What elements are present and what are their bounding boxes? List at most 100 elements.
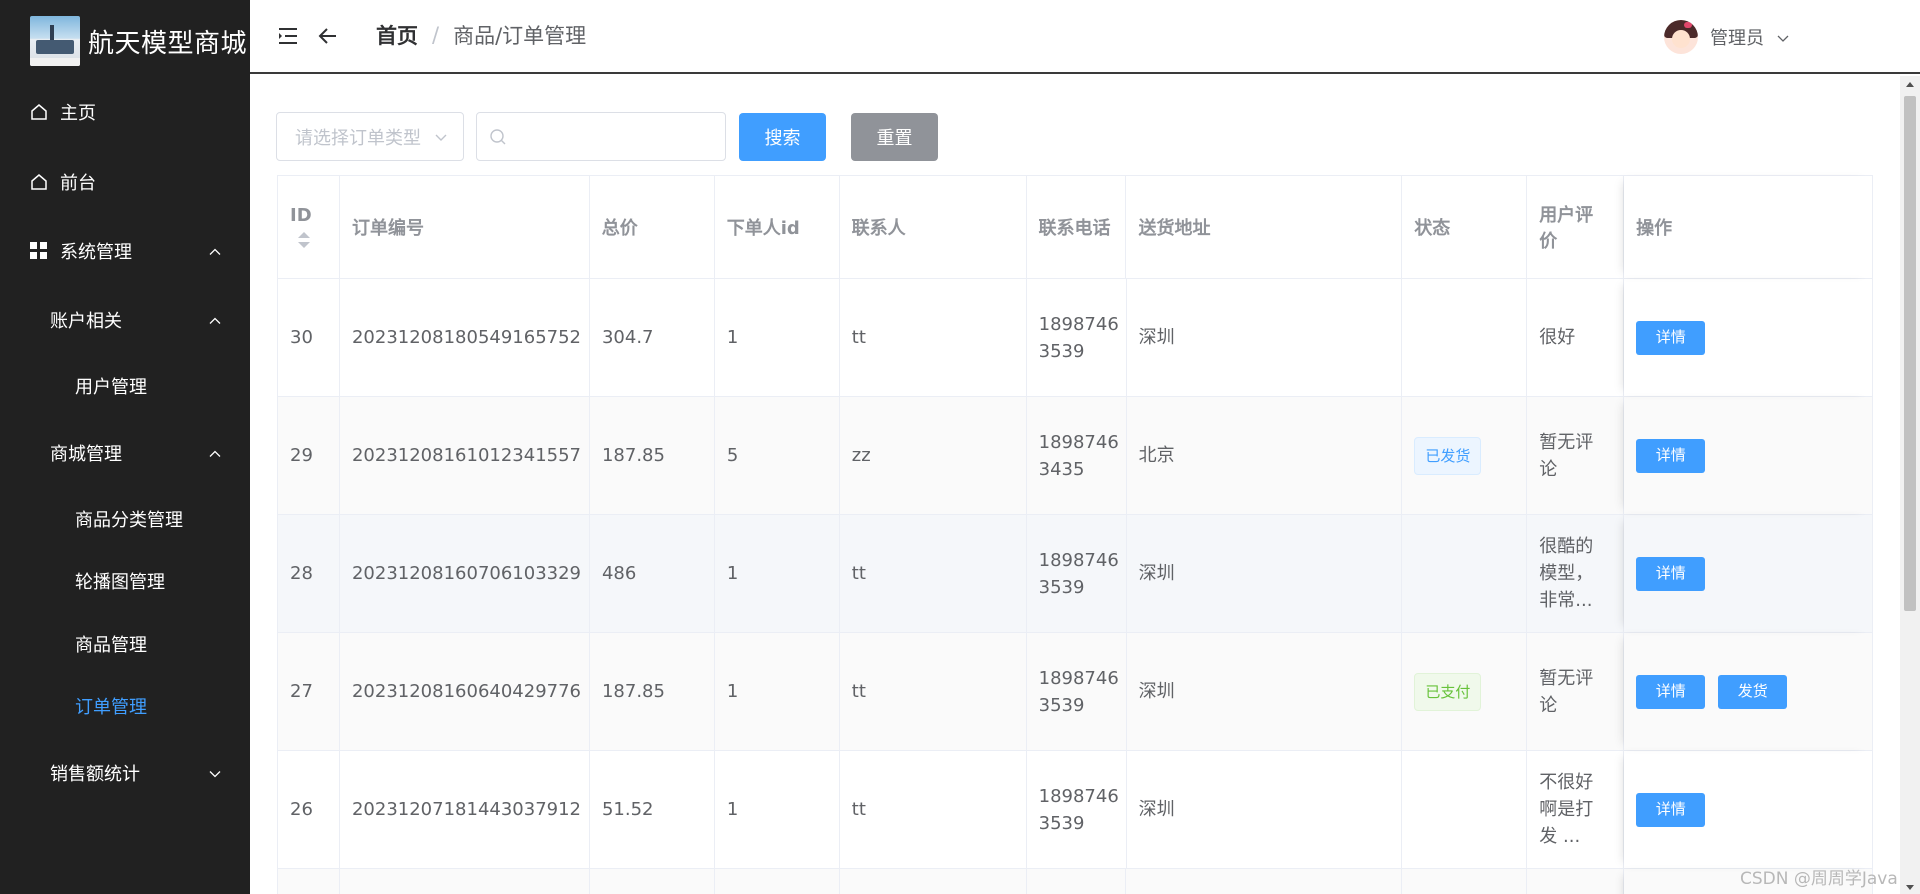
detail-button[interactable]: 详情 [1636, 320, 1706, 355]
column-header-id[interactable]: ID [278, 176, 340, 278]
cell-comment: 很好 [1527, 279, 1625, 396]
sidebar-item-users[interactable]: 用户管理 [0, 361, 250, 411]
reset-button[interactable]: 重置 [851, 113, 938, 161]
table-row: 28 20231208160706103329 486 1 tt 1898746… [278, 515, 1874, 633]
cell-contact: zz [840, 397, 1027, 514]
breadcrumb-home[interactable]: 首页 [376, 20, 418, 50]
search-button[interactable]: 搜索 [739, 113, 826, 161]
sidebar-item-system[interactable]: 系统管理 [0, 226, 250, 276]
sort-icon[interactable] [298, 231, 310, 250]
scroll-up-icon[interactable] [1906, 82, 1914, 87]
cell-phone: 1898746 3435 [1027, 397, 1127, 514]
table-row: 27 20231208160640429776 187.85 1 tt 1898… [278, 633, 1874, 751]
detail-button[interactable]: 详情 [1636, 674, 1706, 709]
home-icon [28, 171, 50, 193]
cell-address: 深圳 [1127, 279, 1403, 396]
scroll-down-icon[interactable] [1906, 885, 1914, 890]
cell-actions: 详情 发货 [1624, 633, 1874, 750]
cell-empty [590, 869, 715, 894]
cell-empty [840, 869, 1027, 894]
cell-empty [1402, 869, 1528, 894]
cell-id: 28 [278, 515, 340, 632]
chevron-down-icon [1776, 27, 1790, 48]
sidebar-item-sales-stats[interactable]: 销售额统计 [0, 748, 250, 798]
column-header-user-id: 下单人id [715, 176, 840, 278]
ship-button[interactable]: 发货 [1718, 674, 1788, 709]
phone-part: 3539 [1038, 694, 1085, 716]
sidebar: 航天模型商城 主页 前台 系统管理 账户相关 用户管理 商城管理 商品分类管理 … [0, 0, 250, 894]
cell-user-id: 1 [715, 633, 840, 750]
sidebar-item-account[interactable]: 账户相关 [0, 295, 250, 345]
cell-user-id: 1 [715, 751, 840, 868]
sidebar-item-orders[interactable]: 订单管理 [0, 681, 250, 731]
orders-table: ID 订单编号 总价 下单人id 联系人 联系电话 送货地址 状态 用户评价 操… [277, 175, 1874, 894]
status-badge: 已发货 [1414, 436, 1482, 475]
search-field[interactable] [476, 112, 726, 161]
sidebar-item-shop[interactable]: 商城管理 [0, 428, 250, 478]
cell-phone: 1898746 3539 [1027, 515, 1127, 632]
breadcrumb: 首页 / 商品/订单管理 [376, 20, 586, 50]
sidebar-item-products[interactable]: 商品管理 [0, 619, 250, 669]
phone-part: 3539 [1038, 812, 1085, 834]
cell-total: 51.52 [590, 751, 715, 868]
cell-empty [278, 869, 340, 894]
sidebar-item-categories[interactable]: 商品分类管理 [0, 494, 250, 544]
home-icon [28, 101, 50, 123]
cell-status: 已发货 [1402, 397, 1528, 514]
user-menu[interactable]: 管理员 [1664, 20, 1790, 54]
logo-image [30, 16, 80, 66]
cell-empty [715, 869, 840, 894]
sidebar-item-home[interactable]: 主页 [0, 87, 250, 137]
cell-address: 深圳 [1127, 633, 1403, 750]
cell-user-id: 5 [715, 397, 840, 514]
cell-comment: 暂无评论 [1527, 633, 1625, 750]
table-row [278, 869, 1873, 894]
sidebar-item-carousel[interactable]: 轮播图管理 [0, 556, 250, 606]
cell-empty [340, 869, 590, 894]
watermark: CSDN @周周学Java [1740, 869, 1898, 889]
sidebar-item-frontend[interactable]: 前台 [0, 157, 250, 207]
phone-part: 1898746 [1038, 313, 1119, 335]
cell-comment: 不很好啊是打发 ... [1527, 751, 1625, 868]
app-root: 航天模型商城 主页 前台 系统管理 账户相关 用户管理 商城管理 商品分类管理 … [0, 0, 1920, 894]
order-type-placeholder: 请选择订单类型 [295, 127, 421, 149]
search-input[interactable] [517, 121, 717, 153]
phone-part: 3435 [1038, 458, 1085, 480]
page-scrollbar[interactable] [1900, 76, 1920, 894]
menu-fold-icon[interactable] [278, 26, 298, 46]
chevron-down-icon [433, 129, 449, 150]
scrollbar-thumb[interactable] [1904, 96, 1916, 611]
chevron-up-icon [208, 310, 222, 331]
cell-user-id: 1 [715, 279, 840, 396]
cell-status: 已支付 [1402, 633, 1528, 750]
column-header-phone: 联系电话 [1027, 176, 1127, 278]
detail-button[interactable]: 详情 [1636, 556, 1706, 591]
cell-actions: 详情 [1624, 279, 1874, 396]
cell-address: 深圳 [1127, 751, 1403, 868]
cell-actions: 详情 [1624, 397, 1874, 514]
sidebar-item-label: 系统管理 [60, 242, 132, 263]
phone-part: 1898746 [1038, 431, 1119, 453]
cell-total: 304.7 [590, 279, 715, 396]
back-arrow-icon[interactable] [316, 24, 340, 48]
cell-phone: 1898746 3539 [1027, 633, 1127, 750]
cell-address: 深圳 [1127, 515, 1403, 632]
detail-button[interactable]: 详情 [1636, 792, 1706, 827]
cell-status [1402, 751, 1528, 868]
cell-user-id: 1 [715, 515, 840, 632]
order-type-select[interactable]: 请选择订单类型 [276, 112, 464, 161]
column-header-label: ID [290, 204, 312, 226]
app-title: 航天模型商城 [88, 28, 248, 59]
table-row: 29 20231208161012341557 187.85 5 zz 1898… [278, 397, 1874, 515]
phone-part: 3539 [1038, 340, 1085, 362]
user-name: 管理员 [1710, 28, 1764, 49]
avatar [1664, 20, 1698, 54]
sidebar-item-label: 商品管理 [75, 635, 147, 656]
cell-contact: tt [840, 515, 1027, 632]
breadcrumb-current: 商品/订单管理 [453, 24, 587, 48]
cell-contact: tt [840, 633, 1027, 750]
detail-button[interactable]: 详情 [1636, 438, 1706, 473]
cell-actions: 详情 [1624, 515, 1874, 632]
phone-part: 1898746 [1038, 549, 1119, 571]
cell-comment: 暂无评论 [1527, 397, 1625, 514]
